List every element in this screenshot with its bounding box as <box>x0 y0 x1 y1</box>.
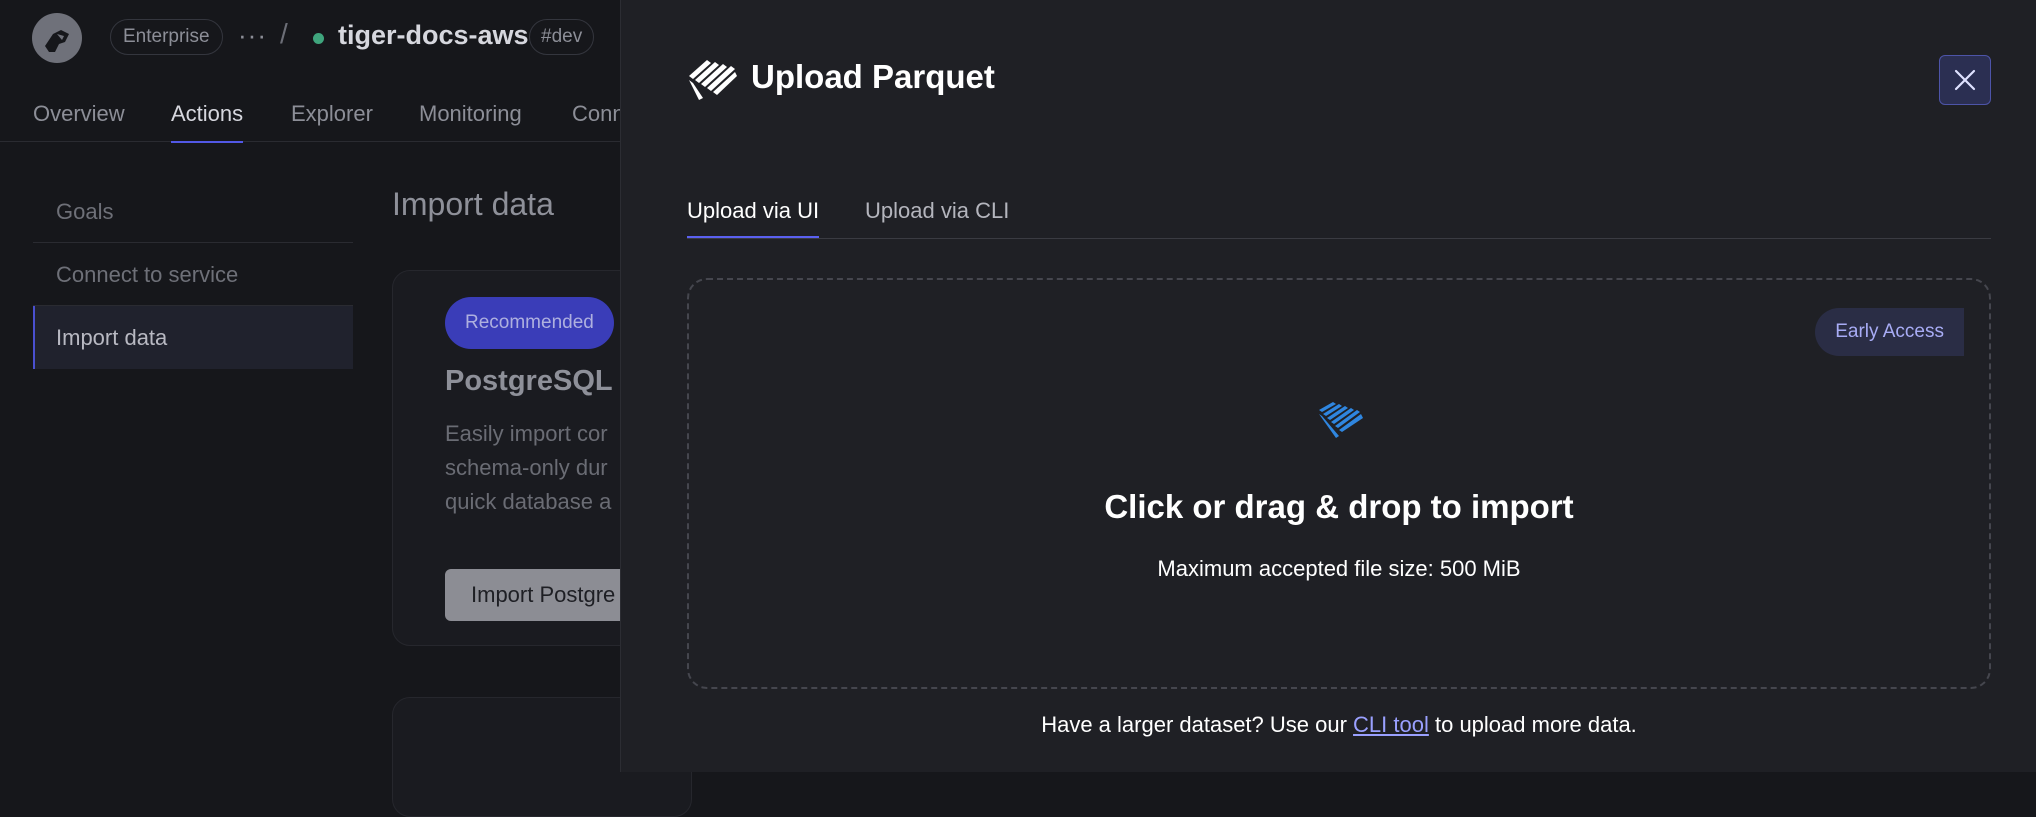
env-tag: #dev <box>529 19 595 55</box>
page-title: Import data <box>392 186 554 222</box>
service-name[interactable]: tiger-docs-aws <box>338 20 529 51</box>
footer-text-before: Have a larger dataset? Use our <box>1041 712 1354 737</box>
service-status-dot <box>313 33 324 44</box>
recommended-badge: Recommended <box>445 297 614 349</box>
early-access-badge: Early Access <box>1815 308 1964 356</box>
tab-upload-ui[interactable]: Upload via UI <box>687 198 820 238</box>
nav-tab-monitoring[interactable]: Monitoring <box>419 101 522 127</box>
more-icon[interactable]: ··· <box>238 20 267 51</box>
nav-tab-actions[interactable]: Actions <box>171 101 244 143</box>
upload-tabs: Upload via UI Upload via CLI <box>687 196 1991 239</box>
parquet-logo-icon <box>689 60 737 100</box>
sidebar-item-import-data[interactable]: Import data <box>33 306 353 369</box>
larger-dataset-note: Have a larger dataset? Use our CLI tool … <box>687 712 1991 738</box>
dropzone-max-size: Maximum accepted file size: 500 MiB <box>1157 556 1521 581</box>
nav-tab-overview[interactable]: Overview <box>33 101 125 127</box>
footer-text-after: to upload more data. <box>1428 712 1637 737</box>
file-dropzone[interactable]: Early Access Click or drag & drop to imp… <box>687 278 1991 689</box>
sidebar-item-connect[interactable]: Connect to service <box>33 243 353 306</box>
card-title: PostgreSQL I <box>445 365 629 397</box>
drawer-title: Upload Parquet <box>751 58 995 95</box>
parquet-file-icon <box>1319 402 1363 438</box>
close-button[interactable] <box>1939 55 1991 105</box>
tiger-logo-icon[interactable] <box>31 12 83 64</box>
nav-tab-connect[interactable]: Conn <box>572 101 625 127</box>
breadcrumb-separator: / <box>280 18 288 49</box>
plan-badge: Enterprise <box>110 19 223 55</box>
nav-tab-explorer[interactable]: Explorer <box>291 101 373 127</box>
sidebar-item-goals[interactable]: Goals <box>33 180 353 243</box>
close-icon <box>1954 69 1976 91</box>
upload-parquet-drawer: Upload Parquet Upload via UI Upload via … <box>620 0 2036 772</box>
dropzone-title: Click or drag & drop to import <box>1104 488 1574 525</box>
cli-tool-link[interactable]: CLI tool <box>1353 712 1429 737</box>
tab-upload-cli[interactable]: Upload via CLI <box>865 198 1009 224</box>
sidebar: Goals Connect to service Import data <box>33 180 353 369</box>
